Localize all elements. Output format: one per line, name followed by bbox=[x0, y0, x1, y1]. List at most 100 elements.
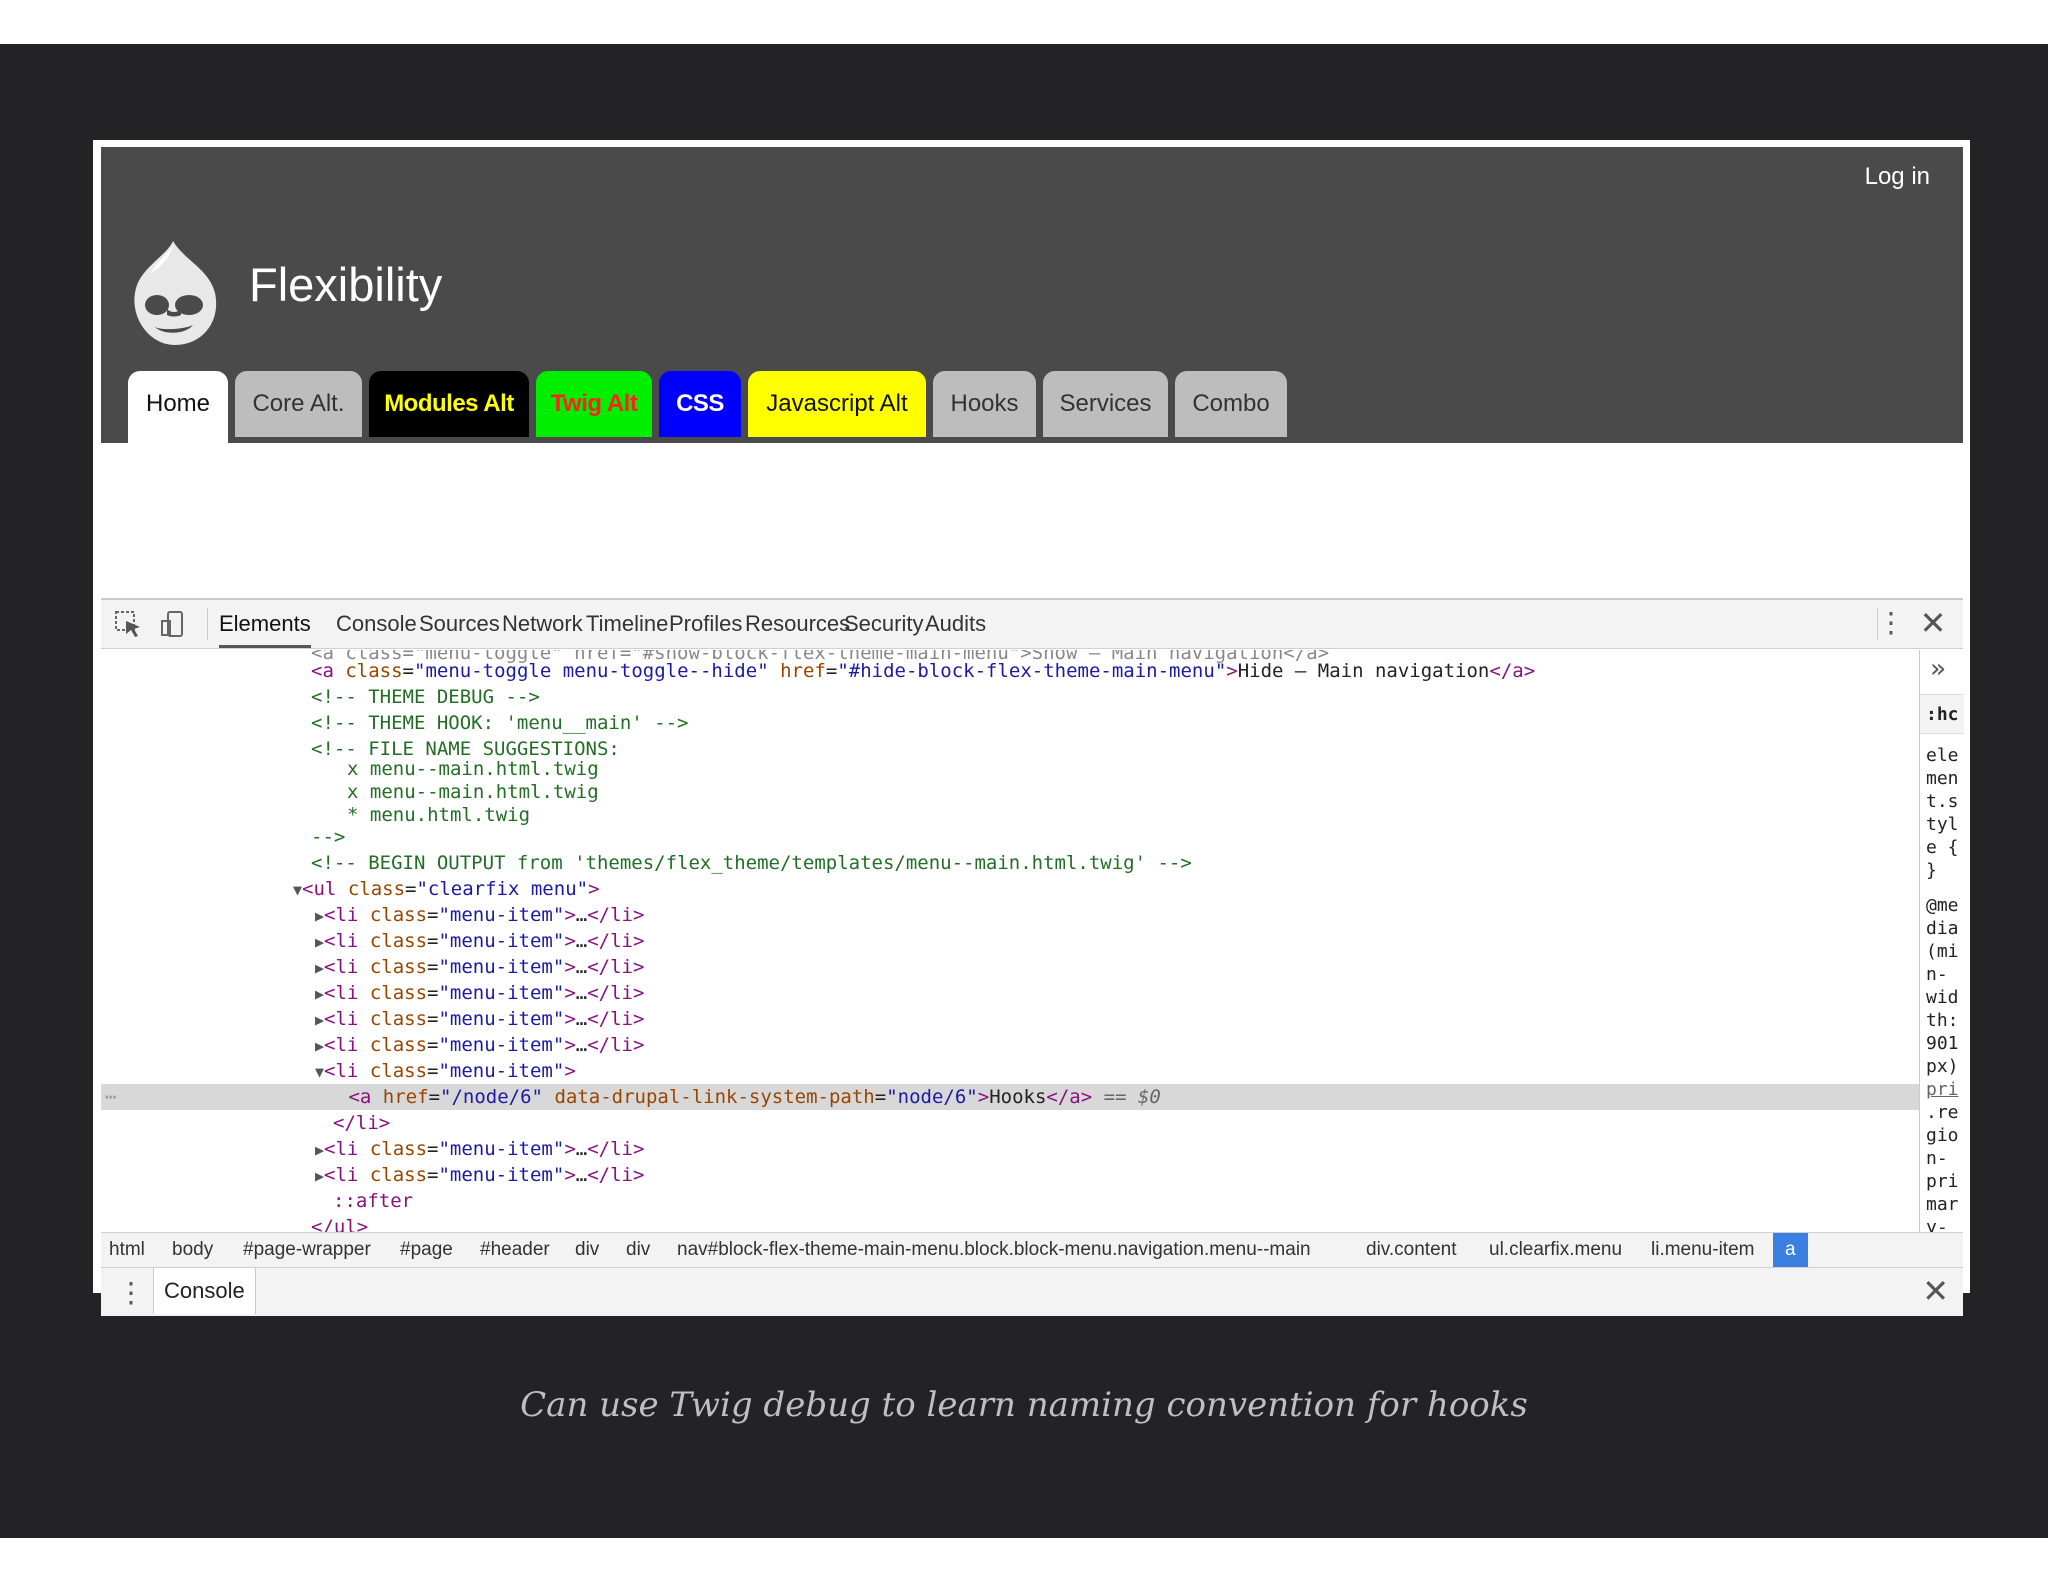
breadcrumb-item[interactable]: html bbox=[109, 1233, 145, 1267]
device-mode-icon[interactable] bbox=[159, 609, 189, 639]
devtools-panel: Elements Console Sources Network Timelin… bbox=[101, 598, 1964, 1316]
toolbar-divider bbox=[207, 608, 208, 640]
chevron-right-icon[interactable]: » bbox=[1930, 654, 1946, 684]
style-rule-text: n- bbox=[1926, 1148, 1948, 1169]
expand-triangle-icon[interactable]: ▶ bbox=[315, 985, 324, 1003]
breadcrumb-item[interactable]: div bbox=[575, 1233, 599, 1267]
expand-triangle-icon[interactable]: ▶ bbox=[315, 907, 324, 925]
breadcrumb-item[interactable]: nav#block-flex-theme-main-menu.block.blo… bbox=[677, 1233, 1311, 1267]
collapse-triangle-icon[interactable]: ▼ bbox=[293, 881, 302, 899]
browser-screenshot: Log in Flexibility Home Core Alt. Module… bbox=[93, 140, 1970, 1316]
expand-triangle-icon[interactable]: ▶ bbox=[315, 1141, 324, 1159]
expand-triangle-icon[interactable]: ▶ bbox=[315, 1037, 324, 1055]
dom-line-toggle-hide[interactable]: <a class="menu-toggle menu-toggle--hide"… bbox=[101, 658, 1919, 684]
style-rule-text: wid bbox=[1926, 987, 1959, 1008]
nav-tab-twig-alt[interactable]: Twig Alt bbox=[536, 371, 652, 437]
dom-selected-link[interactable]: ⋯ <a href="/node/6" data-drupal-link-syst… bbox=[101, 1084, 1919, 1110]
drawer-menu-icon[interactable]: ⋮ bbox=[117, 1276, 145, 1309]
nav-tab-css[interactable]: CSS bbox=[659, 371, 741, 437]
page-content bbox=[101, 443, 1963, 549]
dom-li-menu-item[interactable]: ▶<li class="menu-item">…</li> bbox=[101, 980, 1919, 1006]
dom-li-menu-item[interactable]: ▶<li class="menu-item">…</li> bbox=[101, 1006, 1919, 1032]
style-rule-text: y- bbox=[1926, 1217, 1948, 1232]
style-rule-text: } bbox=[1926, 860, 1937, 881]
dom-comment-theme-hook[interactable]: <!-- THEME HOOK: 'menu__main' --> bbox=[101, 710, 1919, 736]
breadcrumb-item[interactable]: ul.clearfix.menu bbox=[1489, 1233, 1622, 1267]
dom-comment-theme-debug[interactable]: <!-- THEME DEBUG --> bbox=[101, 684, 1919, 710]
tab-elements[interactable]: Elements bbox=[219, 600, 311, 648]
tab-profiles[interactable]: Profiles bbox=[669, 600, 742, 648]
style-rule-text: (mi bbox=[1926, 941, 1959, 962]
login-link[interactable]: Log in bbox=[1865, 163, 1930, 191]
breadcrumb-item[interactable]: li.menu-item bbox=[1651, 1233, 1754, 1267]
dom-comment-end: --> bbox=[311, 826, 346, 848]
nav-tab-services[interactable]: Services bbox=[1043, 371, 1168, 437]
breadcrumb-item[interactable]: div.content bbox=[1366, 1233, 1456, 1267]
style-rule-text: n- bbox=[1926, 964, 1948, 985]
dom-breadcrumb: html body #page-wrapper #page #header di… bbox=[101, 1232, 1963, 1268]
stylesheet-link[interactable]: pri bbox=[1926, 1078, 1959, 1101]
nav-tab-combo[interactable]: Combo bbox=[1175, 371, 1287, 437]
nav-tab-javascript-alt[interactable]: Javascript Alt bbox=[748, 371, 926, 437]
drupal-logo[interactable] bbox=[123, 237, 223, 349]
inspect-element-icon[interactable] bbox=[113, 609, 143, 639]
tab-timeline[interactable]: Timeline bbox=[586, 600, 668, 648]
dom-li-menu-item[interactable]: ▶<li class="menu-item">…</li> bbox=[101, 902, 1919, 928]
dom-li-menu-item[interactable]: ▶<li class="menu-item">…</li> bbox=[101, 1032, 1919, 1058]
tab-console[interactable]: Console bbox=[336, 600, 417, 648]
close-drawer-icon[interactable]: ✕ bbox=[1922, 1272, 1949, 1310]
elements-tree[interactable]: <a class="menu-toggle" href="#show-block… bbox=[101, 650, 1919, 1232]
slide-caption: Can use Twig debug to learn naming conve… bbox=[520, 1385, 1528, 1425]
devtools-toolbar: Elements Console Sources Network Timelin… bbox=[101, 600, 1963, 649]
nav-tab-modules-alt[interactable]: Modules Alt bbox=[369, 371, 529, 437]
style-rule-text: pri bbox=[1926, 1171, 1959, 1192]
dom-li-menu-item[interactable]: ▶<li class="menu-item">…</li> bbox=[101, 1162, 1919, 1188]
dom-li-menu-item[interactable]: ▶<li class="menu-item">…</li> bbox=[101, 1136, 1919, 1162]
expand-triangle-icon[interactable]: ▶ bbox=[315, 933, 324, 951]
style-rule-text: dia bbox=[1926, 918, 1959, 939]
nav-tab-home[interactable]: Home bbox=[128, 371, 228, 443]
nav-tab-core-alt[interactable]: Core Alt. bbox=[235, 371, 362, 437]
collapse-triangle-icon[interactable]: ▼ bbox=[315, 1063, 324, 1081]
breadcrumb-item-active[interactable]: a bbox=[1773, 1233, 1808, 1267]
tab-resources[interactable]: Resources bbox=[745, 600, 850, 648]
breadcrumb-item[interactable]: #page-wrapper bbox=[243, 1233, 371, 1267]
style-rule-text: e { bbox=[1926, 837, 1959, 858]
expand-triangle-icon[interactable]: ▶ bbox=[315, 1011, 324, 1029]
dom-li-menu-item[interactable]: ▶<li class="menu-item">…</li> bbox=[101, 928, 1919, 954]
style-rule-text: men bbox=[1926, 768, 1959, 789]
dom-li-menu-item[interactable]: ▶<li class="menu-item">…</li> bbox=[101, 954, 1919, 980]
more-options-icon[interactable]: ⋮ bbox=[1877, 606, 1905, 639]
breadcrumb-item[interactable]: div bbox=[626, 1233, 650, 1267]
tab-network[interactable]: Network bbox=[502, 600, 583, 648]
style-rule-text: th: bbox=[1926, 1010, 1959, 1031]
dom-ul-menu[interactable]: ▼<ul class="clearfix menu"> bbox=[101, 876, 1919, 902]
expand-triangle-icon[interactable]: ▶ bbox=[315, 1167, 324, 1185]
dom-li-close[interactable]: </li> bbox=[101, 1110, 1919, 1136]
style-rule-text: gio bbox=[1926, 1125, 1959, 1146]
breadcrumb-item[interactable]: #page bbox=[400, 1233, 453, 1267]
breadcrumb-item[interactable]: body bbox=[172, 1233, 213, 1267]
dom-suggestion: * menu.html.twig bbox=[347, 804, 531, 826]
breadcrumb-item[interactable]: #header bbox=[480, 1233, 550, 1267]
style-rule-text: ele bbox=[1926, 745, 1959, 766]
site-name[interactable]: Flexibility bbox=[249, 257, 442, 312]
dom-ul-close[interactable]: </ul> bbox=[101, 1214, 1919, 1232]
nav-tab-hooks[interactable]: Hooks bbox=[933, 371, 1036, 437]
expand-triangle-icon[interactable]: ▶ bbox=[315, 959, 324, 977]
tab-audits[interactable]: Audits bbox=[925, 600, 986, 648]
dom-suggestion: x menu--main.html.twig bbox=[347, 781, 599, 803]
dom-suggestion: x menu--main.html.twig bbox=[347, 758, 599, 780]
style-rule-text: t.s bbox=[1926, 791, 1959, 812]
styles-sidebar[interactable]: » :hc ele men t.s tyl e { } @me dia (mi … bbox=[1919, 650, 1964, 1232]
dom-pseudo-after[interactable]: ::after bbox=[101, 1188, 1919, 1214]
tab-security[interactable]: Security bbox=[844, 600, 923, 648]
dom-li-menu-item-expanded[interactable]: ▼<li class="menu-item"> bbox=[101, 1058, 1919, 1084]
close-devtools-icon[interactable]: ✕ bbox=[1917, 604, 1949, 642]
hover-state-filter[interactable]: :hc bbox=[1920, 694, 1964, 734]
style-rule-text: @me bbox=[1926, 895, 1959, 916]
style-rule-text: px) bbox=[1926, 1056, 1959, 1077]
drawer-tab-console[interactable]: Console bbox=[153, 1268, 256, 1314]
tab-sources[interactable]: Sources bbox=[419, 600, 500, 648]
dom-comment-begin-output[interactable]: <!-- BEGIN OUTPUT from 'themes/flex_them… bbox=[101, 850, 1919, 876]
